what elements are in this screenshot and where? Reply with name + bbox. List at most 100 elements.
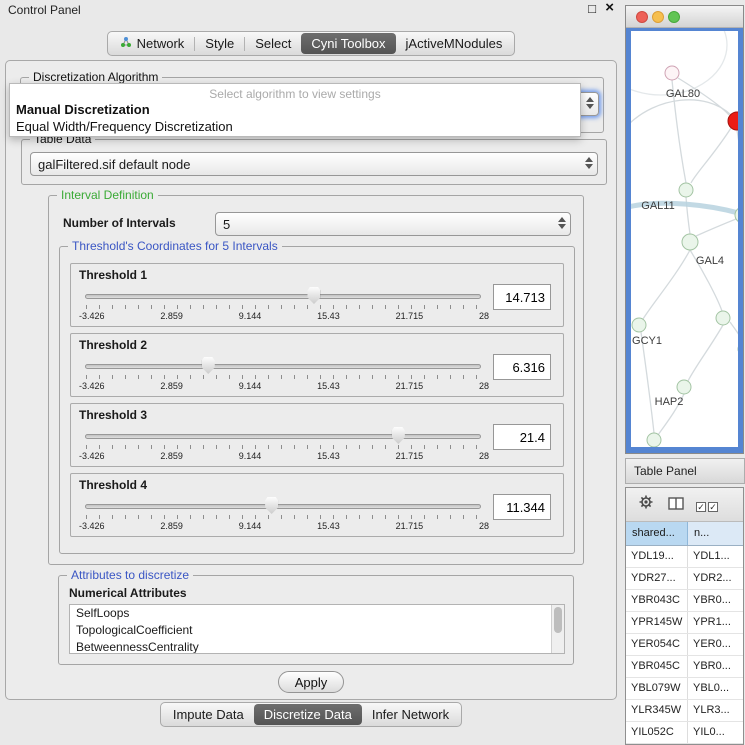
- network-node[interactable]: [647, 433, 661, 447]
- tab-style[interactable]: Style: [195, 33, 244, 54]
- network-view-frame: GAL80 GAL11 GAL4 GCY1 HAP2: [626, 28, 743, 453]
- network-node-label: GCY1: [632, 335, 662, 347]
- network-canvas[interactable]: GAL80 GAL11 GAL4 GCY1 HAP2: [631, 31, 738, 447]
- network-node-label: HAP2: [655, 396, 684, 408]
- dropdown-option-equal-width-frequency[interactable]: Equal Width/Frequency Discretization: [10, 118, 580, 135]
- table-body: YDL19... YDL1... YDR27... YDR2... YBR043…: [626, 546, 743, 744]
- tab-jactivemnodules[interactable]: jActiveMNodules: [396, 33, 513, 54]
- table-row[interactable]: YLR345W YLR3...: [626, 700, 743, 722]
- scrollbar[interactable]: [551, 605, 564, 653]
- tab-discretize-data[interactable]: Discretize Data: [254, 704, 362, 725]
- threshold-panel-2: Threshold 2 -3.426 2.859 9.144 15.43 21.…: [70, 333, 564, 397]
- group-label: Attributes to discretize: [67, 568, 193, 582]
- network-node[interactable]: [716, 311, 730, 325]
- tab-label: Impute Data: [173, 707, 244, 722]
- control-panel: Control Panel □ × Network Style: [0, 0, 622, 745]
- slider-ticks: [86, 305, 480, 309]
- tab-cyni-toolbox[interactable]: Cyni Toolbox: [301, 33, 395, 54]
- number-of-intervals-value: 5: [223, 217, 230, 232]
- table-panel-title: Table Panel: [634, 464, 697, 478]
- network-node[interactable]: [682, 234, 698, 250]
- table-panel-bar[interactable]: Table Panel: [625, 458, 745, 484]
- checkbox-filter-icon[interactable]: ✓✓: [696, 497, 720, 515]
- stepper-icon: [586, 97, 594, 109]
- table-row[interactable]: YDR27... YDR2...: [626, 568, 743, 590]
- network-node-label: GAL80: [666, 88, 700, 100]
- cyni-toolbox-panel: Discretization Algorithm Select algorith…: [5, 60, 617, 700]
- table-row[interactable]: YBR043C YBR0...: [626, 590, 743, 612]
- threshold-label: Threshold 3: [79, 408, 147, 422]
- threshold-value-field[interactable]: [493, 494, 551, 520]
- column-header-shared-name[interactable]: shared...: [626, 522, 688, 545]
- network-node-label: GAL4: [696, 255, 724, 267]
- table-data-select[interactable]: galFiltered.sif default node: [30, 152, 598, 176]
- network-node-label: GAL11: [641, 200, 674, 212]
- network-node[interactable]: [679, 183, 693, 197]
- table-row[interactable]: YBL079W YBL0...: [626, 678, 743, 700]
- zoom-traffic-light-icon[interactable]: [668, 11, 680, 23]
- attributes-list: SelfLoops TopologicalCoefficient Between…: [69, 604, 565, 654]
- tab-select[interactable]: Select: [245, 33, 301, 54]
- tab-label: Network: [137, 36, 185, 51]
- slider-thumb[interactable]: [202, 357, 215, 374]
- tab-label: Style: [205, 36, 234, 51]
- network-node[interactable]: [728, 112, 738, 130]
- slider-thumb[interactable]: [307, 287, 320, 304]
- float-window-icon[interactable]: □: [588, 1, 596, 16]
- threshold-panel-4: Threshold 4 -3.426 2.859 9.144 15.43 21.…: [70, 473, 564, 537]
- network-window-titlebar[interactable]: [626, 6, 743, 28]
- table-row[interactable]: YBR045C YBR0...: [626, 656, 743, 678]
- apply-button[interactable]: Apply: [278, 671, 344, 693]
- columns-icon[interactable]: [668, 497, 684, 515]
- network-node[interactable]: [677, 380, 691, 394]
- slider-track[interactable]: [85, 434, 481, 439]
- number-of-intervals-select[interactable]: 5: [215, 212, 571, 236]
- network-node[interactable]: [665, 66, 679, 80]
- list-item[interactable]: TopologicalCoefficient: [70, 622, 564, 639]
- tab-infer-network[interactable]: Infer Network: [362, 704, 459, 725]
- threshold-slider: -3.426 2.859 9.144 15.43 21.715 28: [85, 426, 481, 462]
- interval-definition-group: Interval Definition Number of Intervals …: [48, 195, 584, 565]
- table-row[interactable]: YIL052C YIL0...: [626, 722, 743, 744]
- close-icon[interactable]: ×: [605, 0, 614, 16]
- top-tab-bar: Network Style Select Cyni Toolbox jActiv…: [0, 31, 622, 56]
- stepper-icon: [558, 217, 566, 229]
- tab-network[interactable]: Network: [110, 33, 195, 54]
- close-traffic-light-icon[interactable]: [636, 11, 648, 23]
- column-header-name[interactable]: n...: [688, 522, 743, 545]
- list-item[interactable]: BetweennessCentrality: [70, 639, 564, 654]
- network-node[interactable]: [632, 318, 646, 332]
- table-data-group: Table Data galFiltered.sif default node: [21, 139, 607, 185]
- tab-impute-data[interactable]: Impute Data: [163, 704, 254, 725]
- network-node[interactable]: [735, 207, 738, 223]
- slider-scale: -3.426 2.859 9.144 15.43 21.715 28: [79, 451, 489, 461]
- table-row[interactable]: YER054C YER0...: [626, 634, 743, 656]
- threshold-value-field[interactable]: [493, 284, 551, 310]
- dropdown-option-manual-discretization[interactable]: Manual Discretization: [10, 101, 580, 118]
- table-row[interactable]: YDL19... YDL1...: [626, 546, 743, 568]
- list-item[interactable]: SelfLoops: [70, 605, 564, 622]
- threshold-slider: -3.426 2.859 9.144 15.43 21.715 28: [85, 496, 481, 532]
- scrollbar-thumb[interactable]: [554, 607, 562, 633]
- slider-ticks: [86, 445, 480, 449]
- threshold-value-field[interactable]: [493, 424, 551, 450]
- tab-label: Infer Network: [372, 707, 449, 722]
- slider-thumb[interactable]: [265, 497, 278, 514]
- slider-scale: -3.426 2.859 9.144 15.43 21.715 28: [79, 521, 489, 531]
- number-of-intervals-label: Number of Intervals: [63, 216, 176, 230]
- slider-track[interactable]: [85, 294, 481, 299]
- table-header: shared... n...: [626, 522, 743, 546]
- group-label: Interval Definition: [57, 188, 158, 202]
- threshold-slider: -3.426 2.859 9.144 15.43 21.715 28: [85, 286, 481, 322]
- slider-track[interactable]: [85, 364, 481, 369]
- panel-title: Control Panel: [8, 3, 81, 17]
- threshold-panel-3: Threshold 3 -3.426 2.859 9.144 15.43 21.…: [70, 403, 564, 467]
- slider-track[interactable]: [85, 504, 481, 509]
- gear-icon[interactable]: [638, 494, 654, 515]
- algorithm-dropdown-popup: Select algorithm to view settings Manual…: [9, 83, 581, 137]
- threshold-value-field[interactable]: [493, 354, 551, 380]
- slider-ticks: [86, 375, 480, 379]
- minimize-traffic-light-icon[interactable]: [652, 11, 664, 23]
- table-row[interactable]: YPR145W YPR1...: [626, 612, 743, 634]
- slider-thumb[interactable]: [392, 427, 405, 444]
